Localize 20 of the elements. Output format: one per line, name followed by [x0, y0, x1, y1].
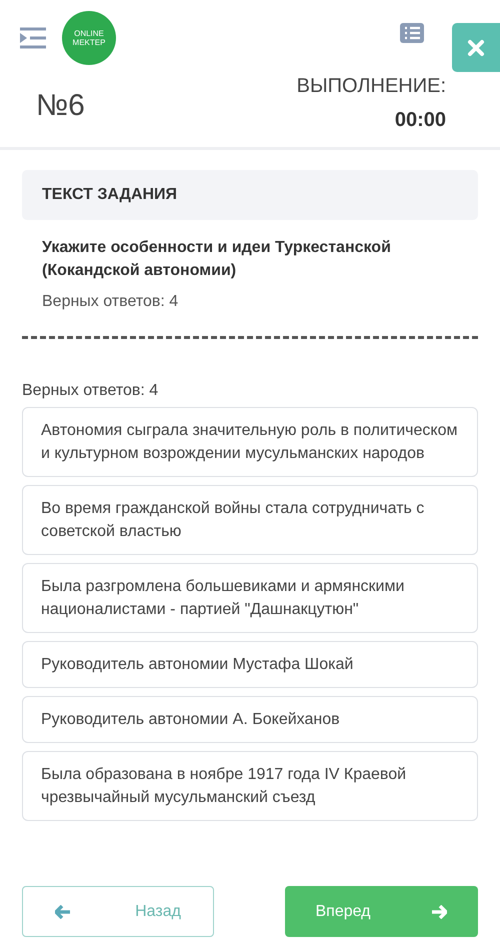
answer-option[interactable]: Во время гражданской войны стала сотрудничать с советской властью: [22, 485, 478, 555]
question-text: Укажите особенности и идеи Туркестанской (Кокандской автономии): [42, 238, 392, 281]
timer-label: ВЫПОЛНЕНИЕ:: [296, 74, 446, 99]
answer-option[interactable]: Автономия сыграла значительную роль в политическом и культурном возрождении мусульманских народов: [22, 407, 478, 477]
answer-option[interactable]: Была образована в ноябре 1917 года IV Краевой чрезвычайный мусульманский съезд: [22, 751, 478, 821]
close-icon: [467, 38, 485, 56]
logo: ONLINE MEKTEP: [62, 10, 116, 64]
answer-option[interactable]: Руководитель автономии Мустафа Шокай: [22, 641, 478, 688]
arrow-left-icon: [55, 904, 72, 918]
correct-count: Верных ответов: 4: [42, 292, 180, 312]
answer-option[interactable]: Руководитель автономии А. Бокейханов: [22, 696, 478, 743]
arrow-right-icon: [431, 904, 448, 918]
section-heading: ТЕКСТ ЗАДАНИЯ: [42, 185, 178, 205]
close-button[interactable]: [452, 23, 500, 72]
list-icon[interactable]: [400, 22, 424, 42]
task-number: №6: [36, 88, 85, 124]
answer-option[interactable]: Была разгромлена большевиками и армянскими националистами - партией "Дашнакцутюн": [22, 563, 478, 633]
timer: 00:00: [394, 108, 446, 133]
sidebar-toggle-icon[interactable]: [18, 26, 48, 50]
correct-count: Верных ответов: 4: [22, 381, 160, 401]
